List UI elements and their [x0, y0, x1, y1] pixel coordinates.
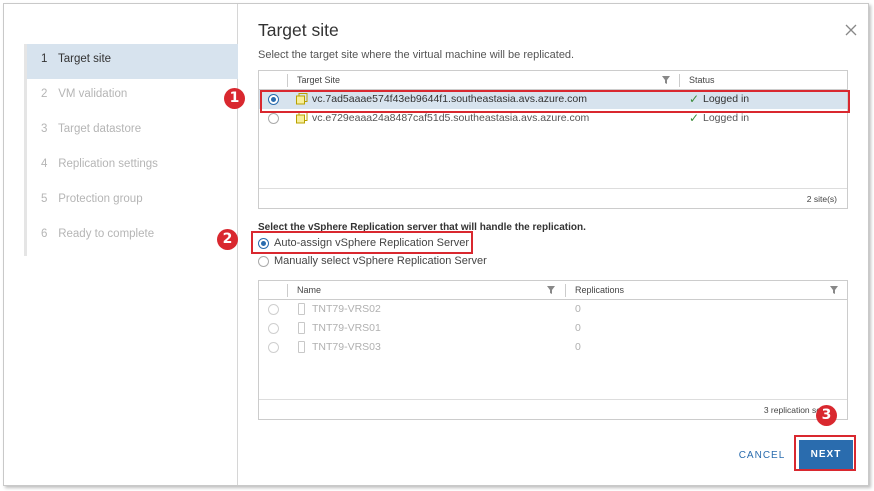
step-replication-settings[interactable]: 4 Replication settings	[27, 149, 238, 184]
page-subtitle: Select the target site where the virtual…	[258, 49, 575, 61]
manual-select-option[interactable]: Manually select vSphere Replication Serv…	[258, 255, 488, 269]
column-separator	[287, 74, 288, 87]
server-replications: 0	[575, 322, 581, 334]
filter-icon[interactable]	[662, 76, 670, 84]
column-separator	[679, 74, 680, 87]
servers-grid-header: Name Replications	[259, 281, 847, 300]
server-name: TNT79-VRS03	[312, 341, 381, 353]
step-label: VM validation	[58, 88, 128, 100]
servers-grid: Name Replications TNT79-VRS02 0 TNT79-VR…	[258, 280, 848, 420]
step-label: Protection group	[58, 193, 143, 205]
step-ready-to-complete[interactable]: 6 Ready to complete	[27, 219, 238, 254]
server-icon	[298, 303, 305, 315]
step-label: Target datastore	[58, 123, 142, 135]
wizard-steps: 1 Target site 2 VM validation 3 Target d…	[24, 44, 238, 256]
wizard-dialog: 1 Target site 2 VM validation 3 Target d…	[3, 3, 869, 486]
step-number: 1	[41, 53, 48, 65]
table-row: TNT79-VRS02 0	[259, 300, 847, 319]
server-icon	[298, 322, 305, 334]
wizard-sidebar: 1 Target site 2 VM validation 3 Target d…	[4, 4, 238, 485]
wizard-main: Target site Select the target site where…	[239, 4, 869, 485]
table-row: TNT79-VRS01 0	[259, 319, 847, 338]
site-icon	[296, 112, 308, 124]
sites-grid-footer: 2 site(s)	[259, 188, 847, 208]
table-row: TNT79-VRS03 0	[259, 338, 847, 357]
filter-icon[interactable]	[830, 286, 838, 294]
page-title: Target site	[258, 20, 339, 40]
step-target-datastore[interactable]: 3 Target datastore	[27, 114, 238, 149]
step-number: 3	[41, 123, 48, 135]
server-radio	[268, 323, 279, 334]
server-name: TNT79-VRS02	[312, 303, 381, 315]
step-target-site[interactable]: 1 Target site	[27, 44, 238, 79]
column-header-name[interactable]: Name	[289, 281, 321, 300]
column-separator	[565, 284, 566, 297]
filter-icon[interactable]	[547, 286, 555, 294]
cancel-button[interactable]: CANCEL	[736, 446, 788, 466]
step-label: Ready to complete	[58, 228, 155, 240]
step-protection-group[interactable]: 5 Protection group	[27, 184, 238, 219]
callout-badge-3: 3	[816, 405, 837, 426]
callout-box-3	[794, 435, 856, 471]
step-vm-validation[interactable]: 2 VM validation	[27, 79, 238, 114]
server-replications: 0	[575, 341, 581, 353]
server-radio	[268, 342, 279, 353]
step-number: 5	[41, 193, 48, 205]
server-name: TNT79-VRS01	[312, 322, 381, 334]
step-number: 4	[41, 158, 48, 170]
close-icon[interactable]	[843, 24, 859, 40]
column-header-target-site[interactable]: Target Site	[289, 71, 340, 90]
callout-badge-1: 1	[224, 88, 245, 109]
column-separator	[287, 284, 288, 297]
site-radio[interactable]	[268, 113, 279, 124]
column-header-status[interactable]: Status	[681, 71, 715, 90]
step-number: 2	[41, 88, 48, 100]
callout-box-2	[251, 231, 473, 254]
server-icon	[298, 341, 305, 353]
step-label: Replication settings	[58, 158, 158, 170]
servers-grid-footer: 3 replication se	[259, 399, 847, 419]
manual-select-radio[interactable]	[258, 256, 269, 267]
manual-select-label: Manually select vSphere Replication Serv…	[274, 255, 487, 267]
step-number: 6	[41, 228, 48, 240]
server-replications: 0	[575, 303, 581, 315]
callout-box-1	[260, 90, 850, 113]
column-header-replications[interactable]: Replications	[567, 281, 624, 300]
sites-grid-header: Target Site Status	[259, 71, 847, 90]
callout-badge-2: 2	[217, 229, 238, 250]
step-label: Target site	[58, 53, 112, 65]
server-radio	[268, 304, 279, 315]
